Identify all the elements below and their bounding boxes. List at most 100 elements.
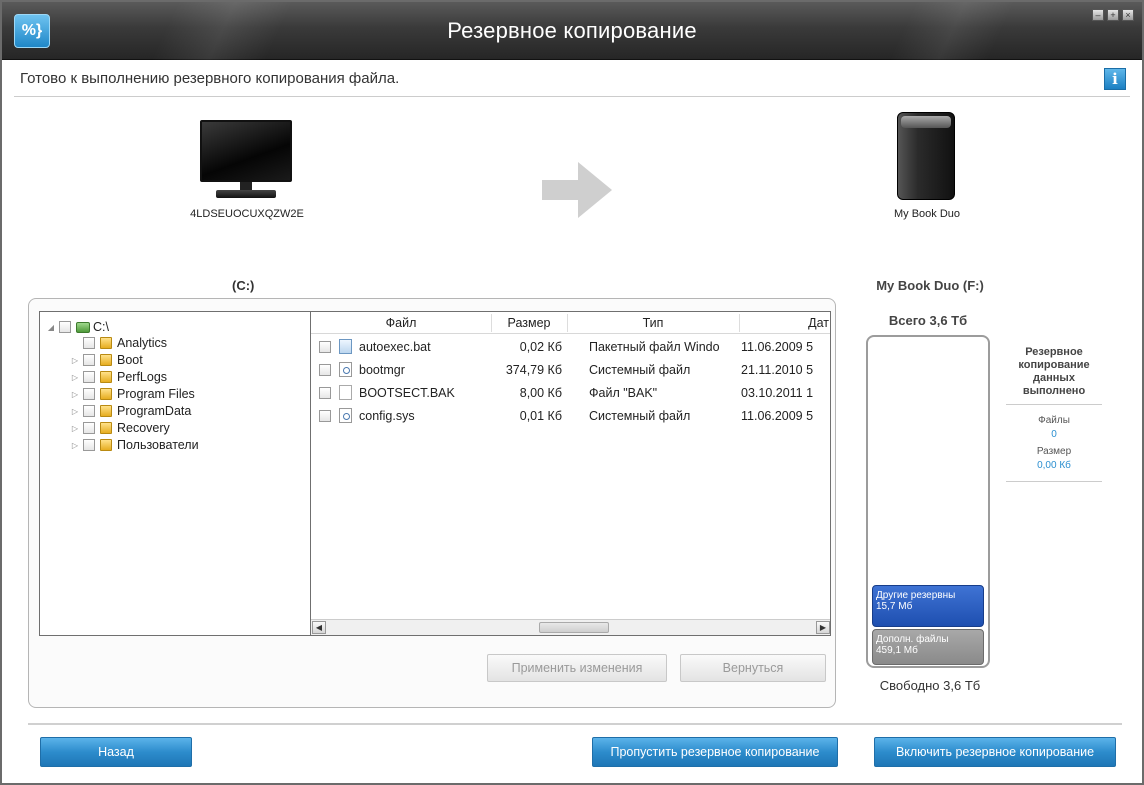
column-header-type[interactable]: Тип — [568, 316, 738, 330]
close-icon[interactable]: × — [1122, 9, 1134, 21]
enable-backup-button[interactable]: Включить резервное копирование — [874, 737, 1116, 767]
folder-icon — [100, 337, 112, 349]
expand-icon[interactable]: ▷ — [70, 424, 80, 433]
tree-item-programdata[interactable]: ▷ ProgramData — [70, 402, 191, 420]
file-name: config.sys — [359, 409, 415, 423]
summary-heading: Резервное копирование данных выполнено — [1006, 346, 1102, 405]
file-name: BOOTSECT.BAK — [359, 386, 455, 400]
system-file-icon — [339, 362, 352, 377]
expand-icon[interactable]: ▷ — [70, 356, 80, 365]
scrollbar-thumb[interactable] — [539, 622, 609, 633]
tree-checkbox[interactable] — [83, 371, 95, 383]
total-capacity-label: Всего 3,6 Тб — [888, 313, 968, 328]
size-value: 0,00 Кб — [1037, 460, 1071, 471]
file-size: 374,79 Кб — [505, 363, 562, 377]
file-checkbox[interactable] — [319, 387, 331, 399]
tree-item-program-files[interactable]: ▷ Program Files — [70, 385, 195, 403]
file-checkbox[interactable] — [319, 410, 331, 422]
title-bar: %} Резервное копирование – + × — [2, 2, 1142, 60]
capacity-gauge: Другие резервны 15,7 Мб Дополн. файлы 45… — [866, 335, 990, 668]
target-drive-label: My Book Duo (F:) — [876, 278, 984, 293]
file-row[interactable]: autoexec.bat 0,02 Кб Пакетный файл Windo… — [311, 337, 830, 357]
column-header-date[interactable]: Дат — [740, 316, 830, 330]
tree-item-label: Program Files — [117, 387, 195, 401]
source-device-name: 4LDSEUOCUXQZW2E — [190, 208, 304, 220]
file-type: Системный файл — [589, 409, 691, 423]
tree-item-label: PerfLogs — [117, 370, 168, 384]
computer-icon — [200, 120, 292, 200]
expand-icon[interactable]: ▷ — [70, 373, 80, 382]
tree-item-label: Пользователи — [117, 438, 199, 452]
expand-icon[interactable]: ◢ — [46, 323, 56, 332]
file-list-header: Файл Размер Тип Дат — [311, 312, 830, 334]
tree-checkbox[interactable] — [83, 405, 95, 417]
file-row[interactable]: bootmgr 374,79 Кб Системный файл 21.11.2… — [311, 360, 830, 380]
tree-checkbox[interactable] — [83, 388, 95, 400]
tree-item-label: Boot — [117, 353, 143, 367]
extra-files-size: 459,1 Мб — [876, 645, 918, 656]
extra-files-segment: Дополн. файлы 459,1 Мб — [872, 629, 984, 665]
file-size: 0,02 Кб — [519, 340, 562, 354]
extra-files-label: Дополн. файлы — [876, 634, 949, 645]
tree-checkbox[interactable] — [83, 354, 95, 366]
expand-icon[interactable]: ▷ — [70, 441, 80, 450]
file-date: 11.06.2009 5 — [741, 409, 814, 423]
file-name: autoexec.bat — [359, 340, 431, 354]
file-list[interactable]: Файл Размер Тип Дат autoexec.bat 0,02 Кб… — [311, 311, 831, 636]
scroll-left-icon[interactable]: ◀ — [312, 621, 326, 634]
file-date: 21.11.2010 5 — [741, 363, 814, 377]
batch-file-icon — [339, 339, 352, 354]
expand-icon[interactable]: ▷ — [70, 390, 80, 399]
tree-item-recovery[interactable]: ▷ Recovery — [70, 419, 170, 437]
tree-checkbox[interactable] — [59, 321, 71, 333]
other-backups-label: Другие резервны — [876, 590, 956, 601]
file-row[interactable]: BOOTSECT.BAK 8,00 Кб Файл "BAK" 03.10.20… — [311, 383, 830, 403]
external-drive-icon — [897, 112, 955, 202]
file-checkbox[interactable] — [319, 341, 331, 353]
other-backups-segment: Другие резервны 15,7 Мб — [872, 585, 984, 627]
file-size: 0,01 Кб — [519, 409, 562, 423]
file-date: 03.10.2011 1 — [741, 386, 814, 400]
folder-icon — [100, 371, 112, 383]
column-header-size[interactable]: Размер — [492, 316, 566, 330]
folder-icon — [100, 422, 112, 434]
other-backups-size: 15,7 Мб — [876, 601, 913, 612]
tree-checkbox[interactable] — [83, 439, 95, 451]
folder-icon — [100, 388, 112, 400]
backup-window: %} Резервное копирование – + × Готово к … — [0, 0, 1144, 785]
folder-icon — [100, 405, 112, 417]
revert-button[interactable]: Вернуться — [680, 654, 826, 682]
file-row[interactable]: config.sys 0,01 Кб Системный файл 11.06.… — [311, 406, 830, 426]
tree-item-users[interactable]: ▷ Пользователи — [70, 436, 199, 454]
file-type: Пакетный файл Windo — [589, 340, 720, 354]
back-button[interactable]: Назад — [40, 737, 192, 767]
tree-item-label: Analytics — [117, 336, 168, 350]
info-button[interactable]: i — [1104, 68, 1126, 90]
maximize-icon[interactable]: + — [1107, 9, 1119, 21]
file-name: bootmgr — [359, 363, 405, 377]
summary-divider — [1006, 481, 1102, 482]
footer-divider — [28, 723, 1122, 725]
horizontal-scrollbar[interactable]: ◀ ▶ — [311, 619, 830, 635]
backup-summary: Резервное копирование данных выполнено Ф… — [1006, 346, 1102, 482]
file-type: Системный файл — [589, 363, 691, 377]
tree-item-analytics[interactable]: Analytics — [80, 334, 167, 352]
tree-checkbox[interactable] — [83, 422, 95, 434]
minimize-icon[interactable]: – — [1092, 9, 1104, 21]
tree-checkbox[interactable] — [83, 337, 95, 349]
tree-item-perflogs[interactable]: ▷ PerfLogs — [70, 368, 167, 386]
column-header-file[interactable]: Файл — [331, 316, 471, 330]
folder-icon — [100, 439, 112, 451]
folder-tree[interactable]: ◢ C:\ Analytics ▷ Boot ▷ PerfLogs ▷ Prog… — [39, 311, 311, 636]
expand-icon[interactable]: ▷ — [70, 407, 80, 416]
scroll-right-icon[interactable]: ▶ — [816, 621, 830, 634]
tree-item-label: Recovery — [117, 421, 170, 435]
skip-backup-button[interactable]: Пропустить резервное копирование — [592, 737, 838, 767]
apply-changes-button[interactable]: Применить изменения — [487, 654, 667, 682]
file-checkbox[interactable] — [319, 364, 331, 376]
arrow-right-icon — [542, 162, 612, 218]
file-size: 8,00 Кб — [519, 386, 562, 400]
status-message: Готово к выполнению резервного копирован… — [20, 70, 400, 87]
file-type: Файл "BAK" — [589, 386, 658, 400]
tree-item-boot[interactable]: ▷ Boot — [70, 351, 143, 369]
